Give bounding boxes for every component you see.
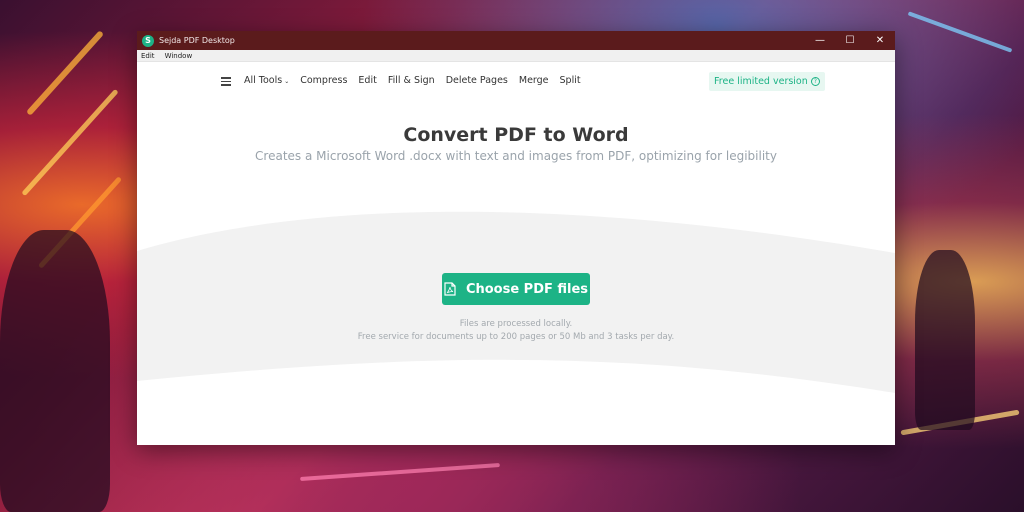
choose-pdf-files-button[interactable]: Choose PDF files [442,273,590,305]
nav-fill-sign[interactable]: Fill & Sign [388,75,435,86]
menu-window[interactable]: Window [165,52,193,60]
background-figure [0,230,110,512]
choose-pdf-files-label: Choose PDF files [465,281,589,297]
pdf-file-icon [444,282,456,296]
nav-merge[interactable]: Merge [519,75,549,86]
nav-delete-pages[interactable]: Delete Pages [446,75,508,86]
nav-all-tools[interactable]: All Tools ⌄ [244,75,289,86]
local-processing-note: Files are processed locally. [459,319,573,329]
background-streak [25,30,105,116]
chevron-down-icon: ⌄ [284,78,290,85]
nav-edit[interactable]: Edit [358,75,376,86]
page-subtitle: Creates a Microsoft Word .docx with text… [255,149,777,163]
help-icon: ? [810,77,820,86]
menu-edit[interactable]: Edit [141,52,155,60]
top-nav: All Tools ⌄ Compress Edit Fill & Sign Del… [137,62,895,102]
hamburger-menu-icon[interactable] [221,77,231,86]
app-logo-icon: S [142,34,154,47]
usage-limits-note: Free service for documents up to 200 pag… [357,332,675,342]
background-figure [915,250,975,430]
window-controls: — ☐ ✕ [805,31,895,50]
window-title: Sejda PDF Desktop [159,36,235,45]
app-window: S Sejda PDF Desktop — ☐ ✕ Edit Window Al… [137,31,895,445]
close-button[interactable]: ✕ [865,31,895,50]
page-title: Convert PDF to Word [403,124,629,146]
menu-bar: Edit Window [137,50,895,62]
nav-links: All Tools ⌄ Compress Edit Fill & Sign Del… [244,75,592,86]
free-version-badge[interactable]: Free limited version ? [709,72,825,91]
maximize-button[interactable]: ☐ [835,31,865,50]
background-streak [300,463,500,481]
free-version-label: Free limited version [714,76,808,87]
nav-split[interactable]: Split [560,75,581,86]
title-bar[interactable]: S Sejda PDF Desktop — ☐ ✕ [137,31,895,50]
background-streak [907,11,1013,53]
nav-compress[interactable]: Compress [300,75,347,86]
minimize-button[interactable]: — [805,31,835,50]
